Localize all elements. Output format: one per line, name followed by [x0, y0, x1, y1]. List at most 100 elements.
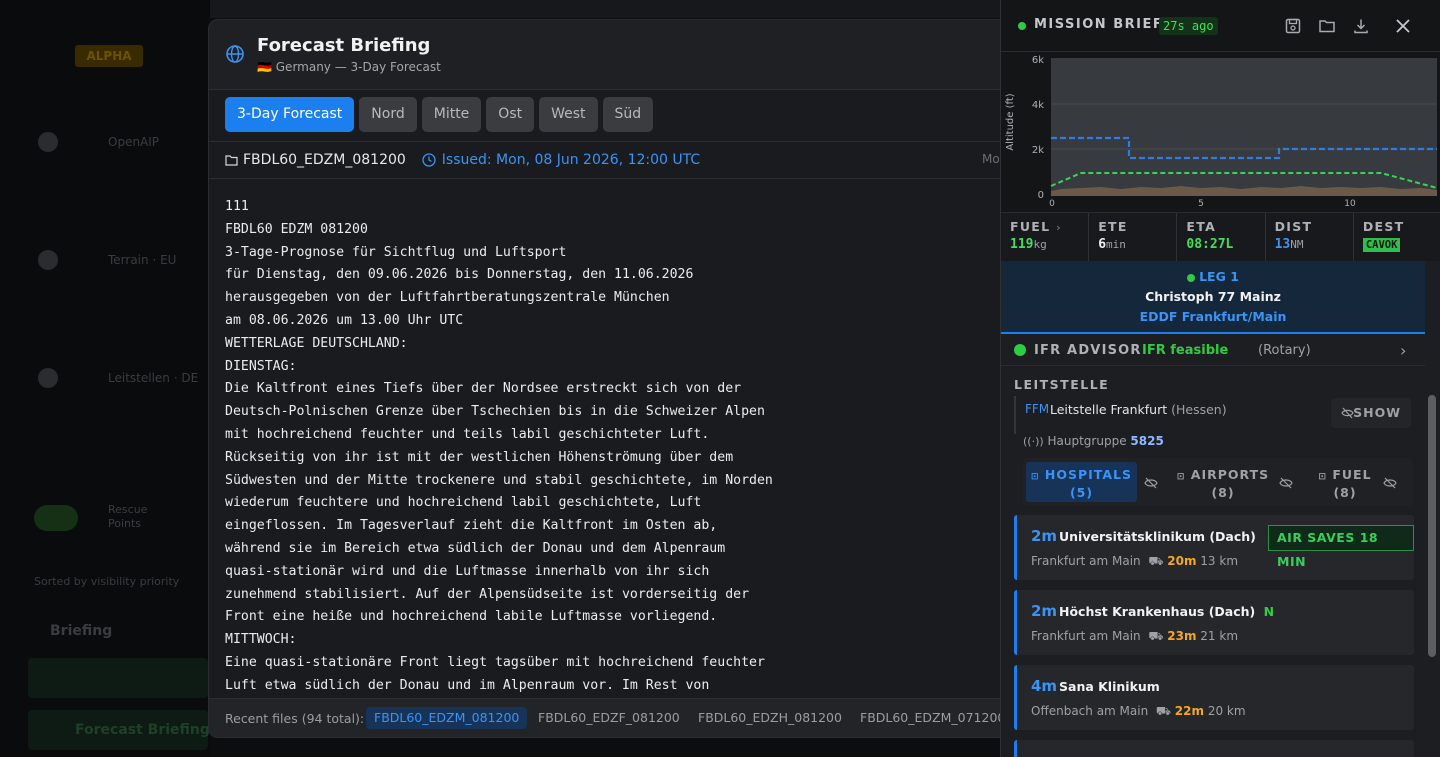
- tab-fuel[interactable]: ⊡ FUEL (8): [1305, 462, 1385, 502]
- forecast-text-line: wiederum feuchtere und hochreichend labi…: [225, 495, 702, 511]
- chart-plot-area: [1051, 58, 1437, 196]
- divider: [209, 141, 1007, 142]
- y-tick-label: 4k: [1032, 100, 1044, 111]
- poi-filter-tabs: ⊡ HOSPITALS (5) ⊡ AIRPORTS (8) ⊡ FUEL (8…: [1023, 458, 1413, 506]
- eye-off-icon[interactable]: [1144, 476, 1158, 490]
- tab-airports[interactable]: ⊡ AIRPORTS (8): [1171, 462, 1275, 502]
- dist-unit: NM: [1290, 238, 1304, 251]
- hospital-card-partial[interactable]: [1014, 740, 1414, 757]
- hauptgruppe-row: ((·)) Hauptgruppe 5825: [1023, 434, 1164, 448]
- stat-label: ETE: [1098, 219, 1128, 234]
- y-tick-label: 0: [1038, 190, 1044, 201]
- flight-stats: FUEL › 119kg ETE 6min ETA 08:27L DIST 13…: [1001, 212, 1440, 261]
- briefing-button-bg[interactable]: [28, 658, 208, 698]
- recent-file-item[interactable]: FBDL60_EDZM_081200: [366, 707, 528, 729]
- update-age-badge: 27s ago: [1159, 17, 1218, 35]
- hospital-tag: N: [1263, 604, 1275, 619]
- eye-off-icon[interactable]: [1279, 476, 1293, 490]
- ifr-aircraft-type: (Rotary): [1258, 343, 1311, 358]
- modal-header: Forecast Briefing 🇩🇪 Germany — 3-Day For…: [209, 20, 1007, 90]
- tab-label: FUEL: [1332, 467, 1372, 482]
- hospital-city: Frankfurt am Main: [1031, 554, 1141, 568]
- drive-distance: 13 km: [1200, 554, 1239, 568]
- hospital-name-text: Höchst Krankenhaus (Dach): [1059, 604, 1256, 619]
- tab-count: (8): [1211, 485, 1235, 500]
- tab-label: HOSPITALS: [1044, 467, 1132, 482]
- y-tick-label: 6k: [1032, 55, 1044, 66]
- eye-off-icon[interactable]: [1383, 476, 1397, 490]
- layer-openaip[interactable]: OpenAIP: [108, 135, 159, 149]
- recent-files-bar: Recent files (94 total): FBDL60_EDZM_081…: [209, 698, 1007, 737]
- forecast-text-line: MITTWOCH:: [225, 632, 297, 648]
- leg-destination: EDDF Frankfurt/Main: [1139, 309, 1287, 324]
- ete-value: 6: [1098, 237, 1107, 252]
- show-leitstelle-button[interactable]: SHOW: [1331, 398, 1411, 428]
- sorted-hint: Sorted by visibility priority: [34, 575, 180, 588]
- layer-toggle-dot[interactable]: [38, 132, 58, 152]
- recent-file-item[interactable]: FBDL60_EDZM_071200: [852, 707, 1007, 729]
- forecast-text-line: 3-Tage-Prognose für Sichtflug und Luftsp…: [225, 244, 567, 260]
- recent-files-label: Recent files (94 total):: [225, 711, 365, 726]
- close-icon[interactable]: [1394, 17, 1412, 35]
- flight-time: 4m: [1031, 677, 1058, 695]
- open-folder-icon[interactable]: [1318, 17, 1336, 35]
- panel-scrollbar[interactable]: [1428, 395, 1436, 657]
- save-icon[interactable]: [1284, 17, 1302, 35]
- forecast-text-line: Die Kaltfront eines Tiefs über der Nords…: [225, 381, 742, 397]
- fuel-value: 119: [1010, 237, 1034, 252]
- panel-title: MISSION BRIEF: [1034, 17, 1164, 32]
- y-axis-label: Altitude (ft): [1005, 93, 1016, 150]
- layer-toggle-dot[interactable]: [38, 368, 58, 388]
- hospital-card[interactable]: 2m Universitätsklinikum (Dach) AIR SAVES…: [1014, 515, 1414, 580]
- mission-brief-panel: MISSION BRIEF 27s ago 6k 4k 2k 0 0 5 10 …: [1000, 0, 1440, 757]
- stat-ete: ETE 6min: [1089, 213, 1178, 261]
- divider: [209, 178, 1007, 179]
- drive-time: 23m: [1167, 629, 1197, 643]
- background-sidebar: ALPHA OpenAIP Terrain · EU Leitstellen ·…: [0, 0, 210, 757]
- leg-card[interactable]: LEG 1 Christoph 77 Mainz EDDF Frankfurt/…: [1001, 261, 1425, 334]
- chevron-right-icon: ›: [1056, 221, 1062, 234]
- hospital-card[interactable]: 4m Sana Klinikum Offenbach am Main ⛟ 22m…: [1014, 665, 1414, 730]
- drive-time: 22m: [1174, 704, 1204, 718]
- tab-ost[interactable]: Ost: [486, 97, 535, 132]
- tab-3-day-forecast[interactable]: 3-Day Forecast: [225, 97, 355, 132]
- fuel-icon: ⊡: [1318, 472, 1327, 482]
- forecast-text-line: Front eine heiße und hochreichend labile…: [225, 609, 718, 625]
- stat-label: DIST: [1274, 219, 1313, 234]
- download-icon[interactable]: [1352, 17, 1370, 35]
- forecast-text-line: während sie im Bereich etwa südlich der …: [225, 540, 726, 556]
- rescue-points-label: Rescue Points: [108, 503, 148, 530]
- stat-eta: ETA 08:27L: [1177, 213, 1266, 261]
- forecast-text-line: zunehmend stabilisiert. Auf der Alpensüd…: [225, 586, 750, 602]
- recent-file-item[interactable]: FBDL60_EDZH_081200: [690, 707, 850, 729]
- air-saves-badge: AIR SAVES 18 MIN: [1268, 525, 1414, 569]
- hauptgruppe-label: Hauptgruppe: [1047, 434, 1127, 448]
- forecast-text-line: DIENSTAG:: [225, 358, 297, 374]
- tab-hospitals[interactable]: ⊡ HOSPITALS (5): [1026, 462, 1137, 502]
- layer-toggle-dot[interactable]: [38, 250, 58, 270]
- recent-file-item[interactable]: FBDL60_EDZF_081200: [530, 707, 688, 729]
- clock-icon: [422, 153, 436, 167]
- ifr-advisor-row[interactable]: IFR ADVISOR IFR feasible (Rotary) ›: [1001, 336, 1425, 366]
- hospital-icon: ⊡: [1030, 472, 1040, 482]
- tab-mitte[interactable]: Mitte: [421, 97, 482, 132]
- hospital-card[interactable]: 2m Höchst Krankenhaus (Dach) N Frankfurt…: [1014, 590, 1414, 655]
- briefing-section-label: Briefing: [50, 623, 113, 639]
- tab-nord[interactable]: Nord: [359, 97, 417, 132]
- rescue-toggle[interactable]: [34, 505, 78, 531]
- hauptgruppe-value: 5825: [1130, 434, 1164, 448]
- forecast-text-line: herausgegeben von der Luftfahrtberatungs…: [225, 290, 670, 306]
- layer-leitstellen[interactable]: Leitstellen · DE: [108, 371, 198, 385]
- layer-terrain[interactable]: Terrain · EU: [108, 253, 176, 267]
- leitstelle-code: FFM: [1025, 402, 1050, 416]
- x-tick-label: 0: [1049, 199, 1055, 209]
- tab-sued[interactable]: Süd: [602, 97, 654, 132]
- forecast-briefing-button[interactable]: Forecast Briefing: [75, 722, 210, 738]
- car-icon: ⛟: [1155, 704, 1171, 718]
- forecast-text-line: FBDL60 EDZM 081200: [225, 221, 368, 237]
- forecast-text: 111 FBDL60 EDZM 081200 3-Tage-Prognose für…: [225, 196, 1005, 698]
- tab-west[interactable]: West: [539, 97, 598, 132]
- car-icon: ⛟: [1148, 554, 1164, 568]
- folder-icon: [225, 155, 238, 166]
- flight-time: 2m: [1031, 527, 1058, 545]
